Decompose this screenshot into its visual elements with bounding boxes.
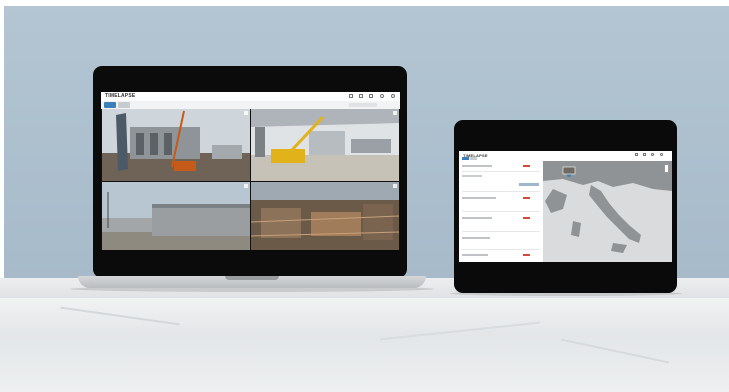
user-icon[interactable] — [391, 94, 395, 98]
app-header: TIMELAPSE — [101, 92, 400, 101]
camera-feed[interactable] — [251, 109, 399, 181]
construction-site-image — [251, 109, 399, 181]
map-view[interactable] — [543, 161, 672, 262]
app-logo: TIMELAPSE — [105, 93, 136, 99]
settings-icon[interactable] — [651, 153, 654, 156]
camera-menu-icon[interactable] — [244, 184, 248, 188]
list-item[interactable] — [462, 197, 496, 199]
divider — [462, 231, 540, 232]
camera-feed[interactable] — [102, 182, 250, 250]
toolbar-button[interactable] — [118, 102, 130, 108]
list-action-button[interactable] — [519, 183, 539, 186]
status-badge — [523, 217, 530, 219]
status-badge — [523, 197, 530, 199]
tab-button[interactable] — [470, 157, 477, 160]
italy-map — [543, 161, 672, 262]
list-item[interactable] — [462, 254, 488, 256]
border — [0, 0, 729, 6]
calendar-icon[interactable] — [349, 94, 353, 98]
laptop-notch — [225, 276, 279, 280]
status-badge — [523, 254, 530, 256]
construction-site-image — [102, 182, 250, 250]
status-badge — [523, 165, 530, 167]
user-icon[interactable] — [660, 153, 663, 156]
list-item[interactable] — [462, 237, 490, 239]
construction-site-image — [102, 109, 250, 181]
toolbar-button[interactable] — [104, 102, 116, 108]
toolbar — [101, 101, 400, 109]
laptop-screen: TIMELAPSE — [101, 92, 400, 250]
camera-feed[interactable] — [251, 182, 399, 250]
tablet-screen: TIMELAPSE — [459, 151, 672, 262]
search-input[interactable] — [349, 103, 377, 107]
divider — [462, 211, 540, 212]
list-item[interactable] — [462, 175, 482, 177]
tab-button[interactable] — [462, 157, 469, 160]
list-item[interactable] — [462, 217, 492, 219]
camera-list — [459, 161, 543, 262]
camera-menu-icon[interactable] — [393, 111, 397, 115]
list-item[interactable] — [462, 165, 492, 167]
camera-menu-icon[interactable] — [244, 111, 248, 115]
camera-menu-icon[interactable] — [393, 184, 397, 188]
zoom-control[interactable] — [664, 164, 669, 173]
settings-icon[interactable] — [380, 94, 384, 98]
tablet-app-header: TIMELAPSE — [459, 151, 672, 161]
camera-feed[interactable] — [102, 109, 250, 181]
divider — [462, 249, 540, 250]
list-icon[interactable] — [643, 153, 646, 156]
product-photo: TIMELAPSE TIMELAPSE — [0, 0, 729, 392]
construction-site-image — [251, 182, 399, 250]
marble-table-front — [0, 298, 729, 392]
grid-icon[interactable] — [635, 153, 638, 156]
grid-icon[interactable] — [359, 94, 363, 98]
list-icon[interactable] — [369, 94, 373, 98]
divider — [462, 191, 540, 192]
divider — [462, 171, 540, 172]
